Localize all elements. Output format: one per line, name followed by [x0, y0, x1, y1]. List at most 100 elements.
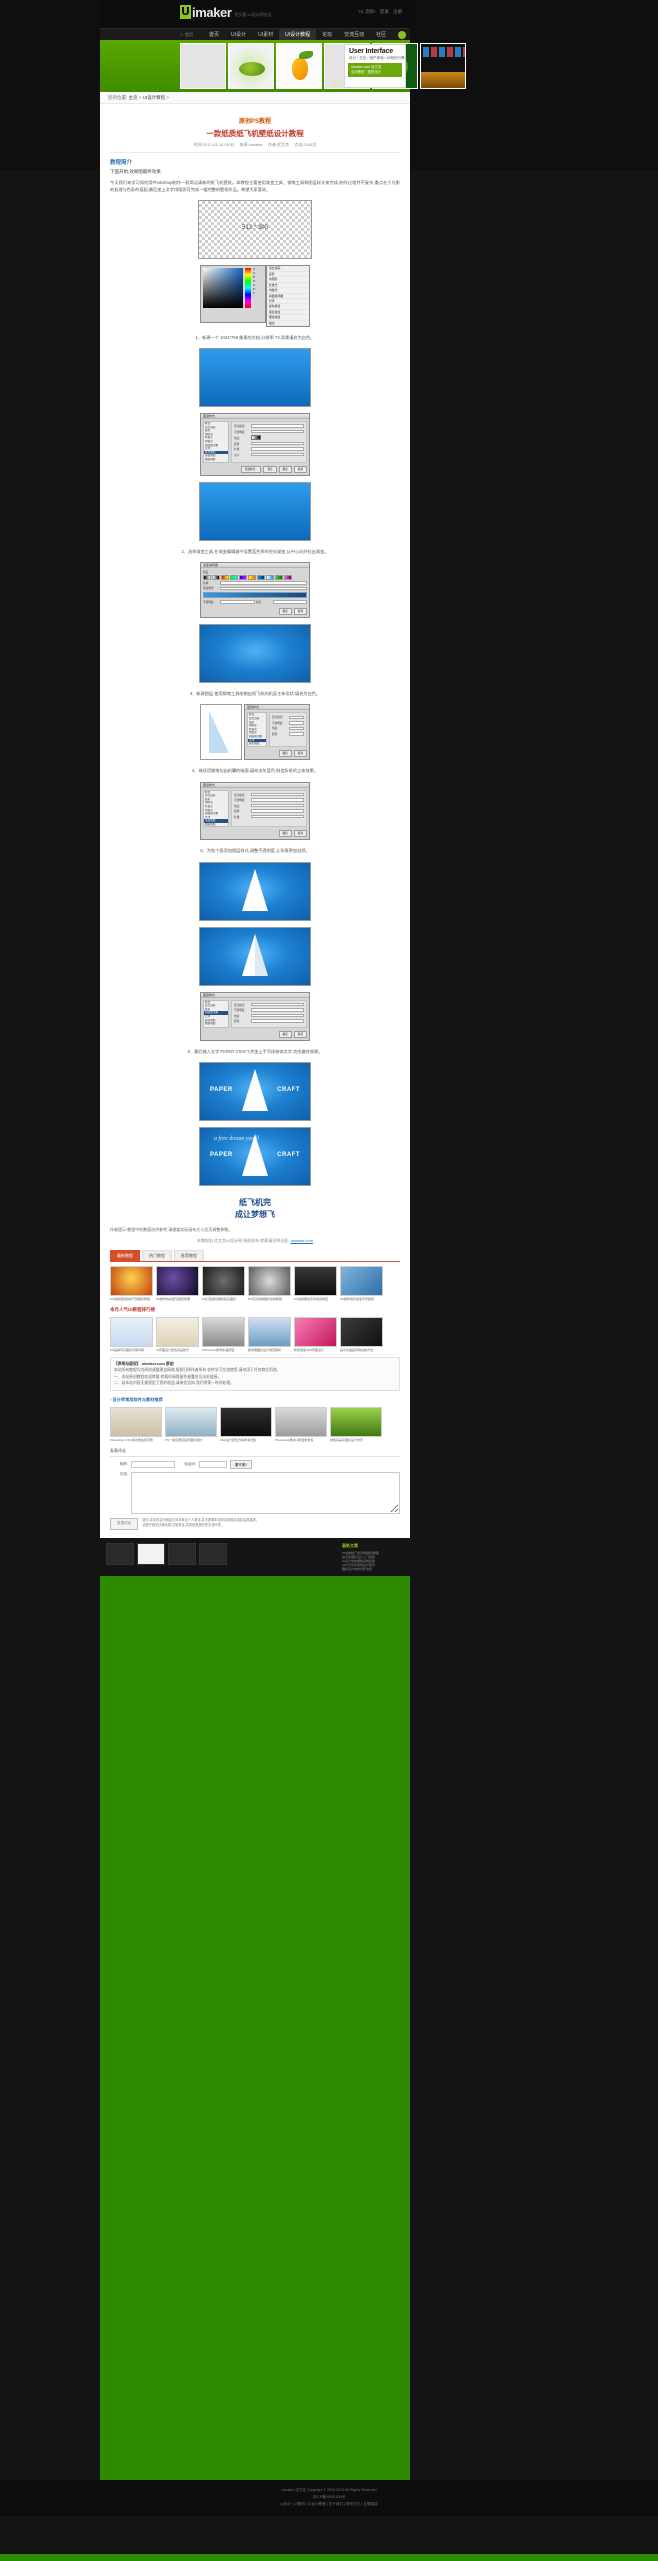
tab-popular[interactable]: 热门教程 [142, 1249, 172, 1261]
gallery-thumb-2[interactable] [137, 1542, 165, 1565]
related-card[interactable]: PS绘制黑色皮革质感按钮 [294, 1265, 337, 1301]
ps-color-picker-dialog[interactable]: H: S: B: R: G: B: # [200, 265, 266, 324]
input-blendmode[interactable] [251, 424, 304, 428]
d4-input-2[interactable] [251, 1013, 304, 1018]
related-card[interactable]: PS绘制逼真的热气球图标教程 [110, 1265, 153, 1301]
banner-thumb-pepper[interactable] [276, 43, 322, 89]
style-list-3[interactable]: 样式 混合选项 投影 内阴影 外发光 内发光 斜面和浮雕 光泽 渐变叠加 图案叠… [203, 789, 229, 828]
recommend-card[interactable]: Photoshop CS6 新功能速查手册 [110, 1406, 162, 1442]
input-gradient-name[interactable] [220, 581, 307, 585]
ranking-card[interactable]: 扁平化插画风格绘制方法 [340, 1316, 383, 1352]
input-gradient-location[interactable] [272, 600, 307, 604]
d4-input-1[interactable] [251, 1008, 304, 1012]
nav-home-label[interactable]: 首页 [185, 32, 193, 38]
preset-swatch-2[interactable] [212, 574, 220, 580]
color-field[interactable] [203, 268, 243, 309]
preset-swatch-9[interactable] [275, 574, 283, 580]
submit-comment-button[interactable]: 发表评论 [110, 1517, 139, 1530]
d3-input-4[interactable] [251, 814, 304, 819]
captcha-input[interactable] [199, 1460, 227, 1468]
preview-checkbox[interactable]: 预览 [263, 465, 277, 473]
style-list[interactable]: 样式 混合选项 投影 内阴影 外发光 内发光 斜面和浮雕 光泽 颜色叠加 渐变叠… [203, 421, 229, 463]
d3-input-1[interactable] [251, 798, 304, 802]
ranking-card[interactable]: 粉色渐变APP界面设计 [294, 1316, 337, 1352]
preset-swatch-5[interactable] [239, 574, 247, 580]
preset-swatch-4[interactable] [230, 574, 238, 580]
style4-item-10[interactable]: 图案叠加 [204, 1022, 228, 1026]
preset-swatch-8[interactable] [266, 574, 274, 580]
banner-thumb-blank[interactable] [180, 43, 226, 89]
related-card[interactable]: PS制作炫彩星空壁纸效果 [156, 1265, 199, 1301]
gradient-ok-button[interactable]: 确定 [278, 608, 292, 616]
breadcrumb-item-home[interactable]: 主页 [129, 95, 138, 100]
d4-input-0[interactable] [251, 1002, 304, 1007]
preset-swatch-1[interactable] [203, 574, 211, 580]
menu-item-stroke[interactable]: 描边 [267, 321, 309, 326]
gallery-thumb-1[interactable] [106, 1542, 134, 1565]
newstyle-button[interactable]: 新建样式... [240, 465, 262, 473]
preset-swatch-10[interactable] [284, 574, 292, 580]
input-distance[interactable] [251, 441, 304, 446]
input-gradient-opacity[interactable] [220, 600, 255, 604]
input-spread[interactable] [251, 447, 304, 451]
recommend-card[interactable]: Photoshop质感UI按钮素材包 [275, 1406, 327, 1442]
ranking-card[interactable]: PS临摹写实图标步骤详解 [110, 1316, 153, 1352]
style-list-4[interactable]: 样式 混合选项 投影 斜面和浮雕 光泽 颜色叠加 图案叠加 [203, 999, 229, 1028]
tab-recommended[interactable]: 推荐教程 [174, 1249, 204, 1261]
ps-layer-style-dialog-1[interactable]: 图层样式 样式 混合选项 投影 内阴影 外发光 内发光 斜面和浮雕 光泽 颜色叠… [200, 413, 310, 476]
input-gradient-type[interactable] [220, 586, 307, 590]
gallery-thumb-4[interactable] [199, 1542, 227, 1565]
ranking-card[interactable]: 移动端图标设计规范解析 [248, 1316, 291, 1352]
input-opacity[interactable] [251, 429, 304, 434]
cancel-button[interactable]: 取消 [293, 465, 307, 473]
site-logo[interactable]: U imaker 优艾客·UI设计师社区 [180, 5, 272, 19]
gradient-presets-grid[interactable] [203, 574, 307, 580]
gradient-preview-strip[interactable] [203, 591, 307, 598]
d3-ok-button[interactable]: 确定 [278, 830, 292, 838]
d4-ok-button[interactable]: 确定 [278, 1030, 292, 1038]
banner-promo-card[interactable]: User Interface 设计 / 交互 / 用户体验 / UI知识分享 u… [344, 44, 406, 88]
d2-cancel-button[interactable]: 取消 [293, 749, 307, 757]
d3-cancel-button[interactable]: 取消 [293, 830, 307, 838]
d2-input-3[interactable] [289, 732, 304, 736]
ps-layer-style-menu[interactable]: 混合选项... 投影 内阴影 外发光 内发光 斜面和浮雕 光泽 颜色叠加 渐变叠… [266, 265, 310, 327]
gallery-thumb-3[interactable] [168, 1542, 196, 1565]
gradient-cancel-button[interactable]: 取消 [293, 608, 307, 616]
related-card[interactable]: PS打造质感相机镜头图标 [202, 1265, 245, 1301]
related-card[interactable]: PS制作简约渐变背景壁纸 [340, 1265, 383, 1301]
ok-button[interactable]: 确定 [278, 465, 292, 473]
style3-item-10[interactable]: 图案叠加 [204, 823, 228, 827]
hue-slider[interactable] [245, 268, 251, 309]
comment-textarea[interactable] [131, 1471, 400, 1514]
preset-swatch-7[interactable] [257, 574, 265, 580]
recommend-card[interactable]: 绿色系扁平图标设计欣赏 [330, 1406, 382, 1442]
tagline-link[interactable]: uimaker.com [290, 1238, 313, 1243]
style2-item-8[interactable]: 颜色叠加 [248, 742, 266, 746]
gradient-swatch[interactable] [251, 435, 261, 441]
recommend-card[interactable]: Web设计配色方案参考合集 [220, 1406, 272, 1442]
style-item-10[interactable]: 图案叠加 [204, 458, 228, 462]
style-list-2[interactable]: 样式 混合选项 投影 内阴影 外发光 内发光 斜面和浮雕 光泽 颜色叠加 [247, 712, 267, 747]
ranking-card[interactable]: UI界面设计配色实战技巧 [156, 1316, 199, 1352]
d2-ok-button[interactable]: 确定 [278, 749, 292, 757]
d3-input-2[interactable] [251, 803, 304, 808]
d4-cancel-button[interactable]: 取消 [293, 1030, 307, 1038]
search-icon[interactable] [398, 31, 406, 39]
preset-swatch-3[interactable] [221, 574, 229, 580]
ps-layer-style-dialog-2[interactable]: 图层样式 样式 混合选项 投影 内阴影 外发光 内发光 斜面和浮雕 光泽 颜色叠… [244, 704, 310, 760]
banner-thumb-vegetable[interactable] [228, 43, 274, 89]
d2-input-1[interactable] [289, 721, 304, 725]
banner-thumb-night[interactable] [420, 43, 466, 89]
ps-layer-style-dialog-3[interactable]: 图层样式 样式 混合选项 投影 内阴影 外发光 内发光 斜面和浮雕 光泽 渐变叠… [200, 781, 310, 841]
preset-swatch-6[interactable] [248, 574, 256, 580]
tab-latest[interactable]: 最新教程 [110, 1249, 140, 1261]
nick-input[interactable] [131, 1460, 175, 1468]
ps-gradient-editor-dialog[interactable]: 渐变编辑器 预设 名称: 渐变类型: 不透明度: 位置: 确定 取消 [200, 561, 310, 619]
login-link[interactable]: 登录 [380, 9, 389, 14]
gallery-side-item[interactable]: 图标设计中的光影法则 [342, 1567, 404, 1571]
captcha-refresh-button[interactable]: 看不清? [230, 1459, 253, 1469]
d2-input-0[interactable] [289, 715, 304, 720]
register-link[interactable]: 注册 [393, 9, 402, 14]
input-size[interactable] [251, 452, 304, 457]
d4-input-3[interactable] [251, 1019, 304, 1023]
